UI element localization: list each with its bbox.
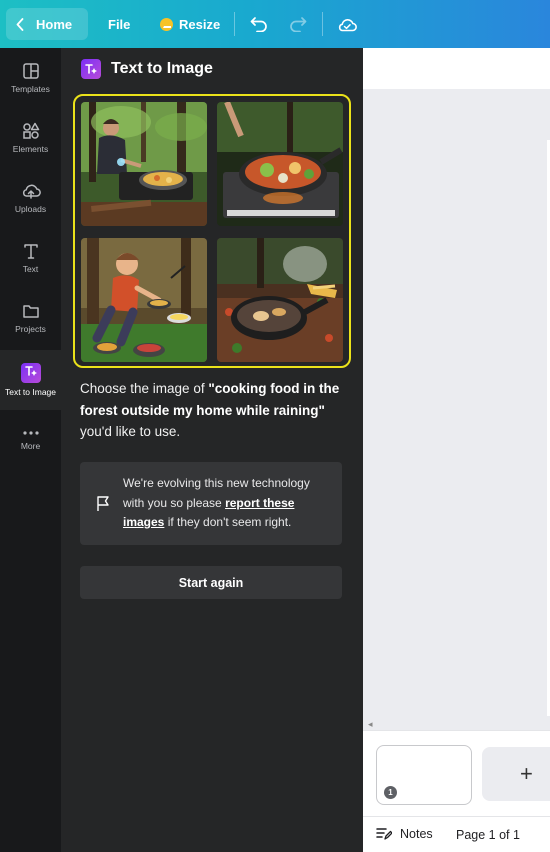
undo-button[interactable] xyxy=(246,10,272,38)
rail-label: Uploads xyxy=(14,204,47,214)
chevron-left-icon xyxy=(16,17,24,31)
rail-label: Text to Image xyxy=(4,387,57,397)
undo-icon xyxy=(250,17,267,32)
more-icon xyxy=(22,431,39,435)
uploads-icon xyxy=(22,184,41,199)
page-number-badge: 1 xyxy=(384,786,397,799)
redo-button[interactable] xyxy=(285,10,311,38)
rail-item-elements[interactable]: Elements xyxy=(0,108,61,168)
templates-icon xyxy=(22,63,39,79)
text-to-image-panel: Text to Image Choose the image of "cooki… xyxy=(61,48,363,852)
file-label: File xyxy=(108,16,131,32)
caption-prefix: Choose the image of xyxy=(80,381,209,396)
redo-icon xyxy=(290,17,307,32)
rail-label: Elements xyxy=(12,144,49,154)
notes-button[interactable]: Notes xyxy=(376,827,433,841)
canvas-header-strip xyxy=(363,48,550,89)
rail-item-text[interactable]: Text xyxy=(0,228,61,288)
notes-icon xyxy=(376,828,392,840)
canvas-area: ◂ 1 + Notes Page 1 of 1 xyxy=(363,48,550,852)
side-rail: Templates Elements Uploads Text Projects… xyxy=(0,48,61,852)
horizontal-scrollbar[interactable]: ◂ xyxy=(363,716,550,730)
crown-icon xyxy=(160,17,173,31)
flag-icon xyxy=(97,496,109,511)
bottom-bar: Notes Page 1 of 1 xyxy=(363,816,550,852)
feedback-notice: We're evolving this new technology with … xyxy=(80,462,342,545)
rail-label: Text xyxy=(22,264,39,274)
panel-title-text: Text to Image xyxy=(111,60,213,77)
rail-item-more[interactable]: More xyxy=(0,410,61,470)
text-to-image-icon xyxy=(20,363,41,383)
generated-image-2[interactable] xyxy=(217,102,343,226)
page-thumbnail[interactable]: 1 xyxy=(376,745,472,805)
resize-label: Resize xyxy=(179,16,221,32)
rail-item-projects[interactable]: Projects xyxy=(0,288,61,348)
text-icon xyxy=(23,244,38,259)
file-menu-button[interactable]: File xyxy=(108,8,130,40)
scroll-left-icon[interactable]: ◂ xyxy=(368,719,373,730)
elements-icon xyxy=(22,122,39,139)
page-count[interactable]: Page 1 of 1 xyxy=(456,828,520,842)
projects-icon xyxy=(22,305,39,318)
generated-image-3[interactable] xyxy=(81,238,207,362)
cloud-icon xyxy=(338,18,357,31)
generated-image-1[interactable] xyxy=(81,102,207,226)
toolbar-divider xyxy=(234,12,235,36)
rail-label: Templates xyxy=(11,84,50,94)
generated-image-grid xyxy=(73,94,351,368)
toolbar-divider xyxy=(322,12,323,36)
notes-label: Notes xyxy=(400,827,433,841)
top-bar: Home File Resize xyxy=(0,0,550,48)
rail-item-uploads[interactable]: Uploads xyxy=(0,168,61,228)
caption-suffix: you'd like to use. xyxy=(80,424,181,439)
notice-suffix: if they don't seem right. xyxy=(164,515,292,529)
rail-item-templates[interactable]: Templates xyxy=(0,48,61,108)
notice-text: We're evolving this new technology with … xyxy=(123,474,333,533)
generated-image-4[interactable] xyxy=(217,238,343,362)
home-button[interactable]: Home xyxy=(6,8,88,40)
text-to-image-icon xyxy=(81,59,101,79)
resize-button[interactable]: Resize xyxy=(160,8,220,40)
start-again-label: Start again xyxy=(178,575,244,590)
choose-image-caption: Choose the image of "cooking food in the… xyxy=(80,378,342,443)
add-page-button[interactable]: + xyxy=(482,747,550,801)
home-label: Home xyxy=(36,16,73,32)
panel-title: Text to Image xyxy=(81,59,213,79)
pages-bar: 1 + xyxy=(363,730,550,816)
start-again-button[interactable]: Start again xyxy=(80,566,342,599)
rail-label: More xyxy=(20,441,41,451)
rail-item-text-to-image[interactable]: Text to Image xyxy=(0,350,61,410)
rail-label: Projects xyxy=(15,324,46,334)
save-status-button[interactable] xyxy=(334,10,360,38)
